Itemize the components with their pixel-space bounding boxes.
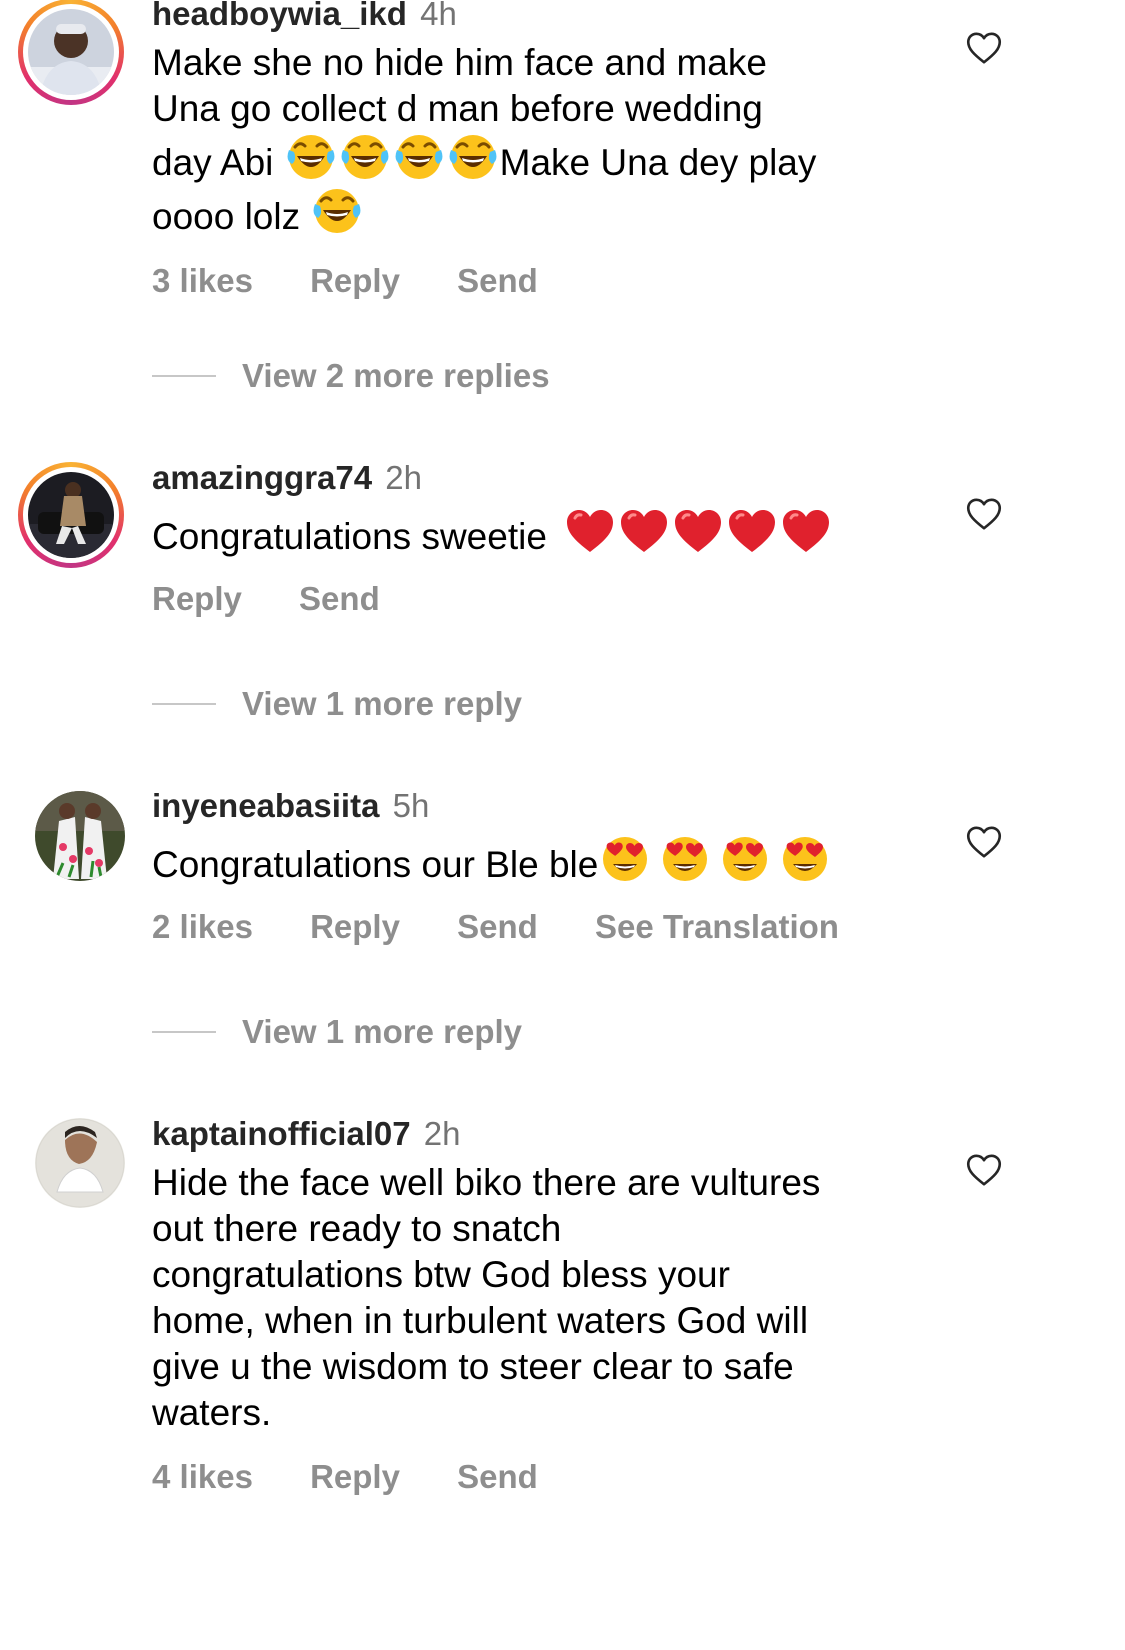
heart-eyes-emoji-icon xyxy=(600,834,650,884)
likes-count[interactable]: 3 likes xyxy=(152,262,253,299)
send-button[interactable]: Send xyxy=(457,262,538,299)
red-heart-emoji-icon xyxy=(727,506,777,556)
tears-of-joy-emoji-icon xyxy=(286,132,336,182)
tears-of-joy-emoji-icon xyxy=(340,132,390,182)
heart-outline-icon[interactable] xyxy=(966,497,1002,531)
comment-time: 5h xyxy=(392,787,430,824)
divider-line xyxy=(152,375,216,377)
reply-button[interactable]: Reply xyxy=(310,1458,400,1495)
heart-eyes-emoji-icon xyxy=(660,834,710,884)
view-more-replies-button[interactable]: View 1 more reply xyxy=(152,1013,522,1053)
send-button[interactable]: Send xyxy=(457,1458,538,1495)
view-more-replies-button[interactable]: View 2 more replies xyxy=(152,357,550,397)
red-heart-emoji-icon xyxy=(565,506,615,556)
comment-actions: Reply Send xyxy=(152,580,912,618)
comment-text: Hide the face well biko there are vultur… xyxy=(152,1162,821,1433)
divider-line xyxy=(152,703,216,705)
comment-username[interactable]: kaptainofficial07 xyxy=(152,1115,411,1152)
comment-actions: 3 likes Reply Send xyxy=(152,262,912,300)
comment-username[interactable]: amazinggra74 xyxy=(152,459,372,496)
tears-of-joy-emoji-icon xyxy=(312,186,362,236)
divider-line xyxy=(152,1031,216,1033)
comment-time: 2h xyxy=(385,459,422,496)
heart-outline-icon[interactable] xyxy=(966,825,1002,859)
reply-button[interactable]: Reply xyxy=(152,580,242,617)
send-button[interactable]: Send xyxy=(457,908,538,945)
avatar[interactable] xyxy=(18,462,124,568)
heart-eyes-emoji-icon xyxy=(720,834,770,884)
heart-eyes-emoji-icon xyxy=(780,834,830,884)
comment-time: 2h xyxy=(423,1115,461,1152)
comment-text: Congratulations our Ble ble xyxy=(152,834,912,888)
comment-actions: 2 likes Reply Send See Translation xyxy=(152,908,912,946)
likes-count[interactable]: 4 likes xyxy=(152,1458,253,1495)
comment-actions: 4 likes Reply Send xyxy=(152,1458,912,1496)
avatar[interactable] xyxy=(18,791,125,897)
red-heart-emoji-icon xyxy=(673,506,723,556)
red-heart-emoji-icon xyxy=(619,506,669,556)
reply-button[interactable]: Reply xyxy=(310,262,400,299)
comment-username[interactable]: inyeneabasiita xyxy=(152,787,379,824)
reply-button[interactable]: Reply xyxy=(310,908,400,945)
tears-of-joy-emoji-icon xyxy=(448,132,498,182)
send-button[interactable]: Send xyxy=(299,580,380,617)
heart-outline-icon[interactable] xyxy=(966,1153,1002,1187)
comment-text: Congratulations sweetie xyxy=(152,506,912,560)
view-more-replies-button[interactable]: View 1 more reply xyxy=(152,685,522,725)
avatar[interactable] xyxy=(18,0,124,105)
comment-time: 4h xyxy=(420,0,457,32)
comment-username[interactable]: headboywia_ikd xyxy=(152,0,407,32)
avatar[interactable] xyxy=(18,1118,125,1224)
avatar-image xyxy=(28,9,114,95)
likes-count[interactable]: 2 likes xyxy=(152,908,253,945)
comment-text: Make she no hide him face and make Una g… xyxy=(152,42,817,237)
avatar-image xyxy=(35,1118,125,1208)
tears-of-joy-emoji-icon xyxy=(394,132,444,182)
see-translation-button[interactable]: See Translation xyxy=(595,908,839,945)
avatar-image xyxy=(35,791,125,881)
avatar-image xyxy=(28,472,114,558)
heart-outline-icon[interactable] xyxy=(966,31,1002,65)
red-heart-emoji-icon xyxy=(781,506,831,556)
